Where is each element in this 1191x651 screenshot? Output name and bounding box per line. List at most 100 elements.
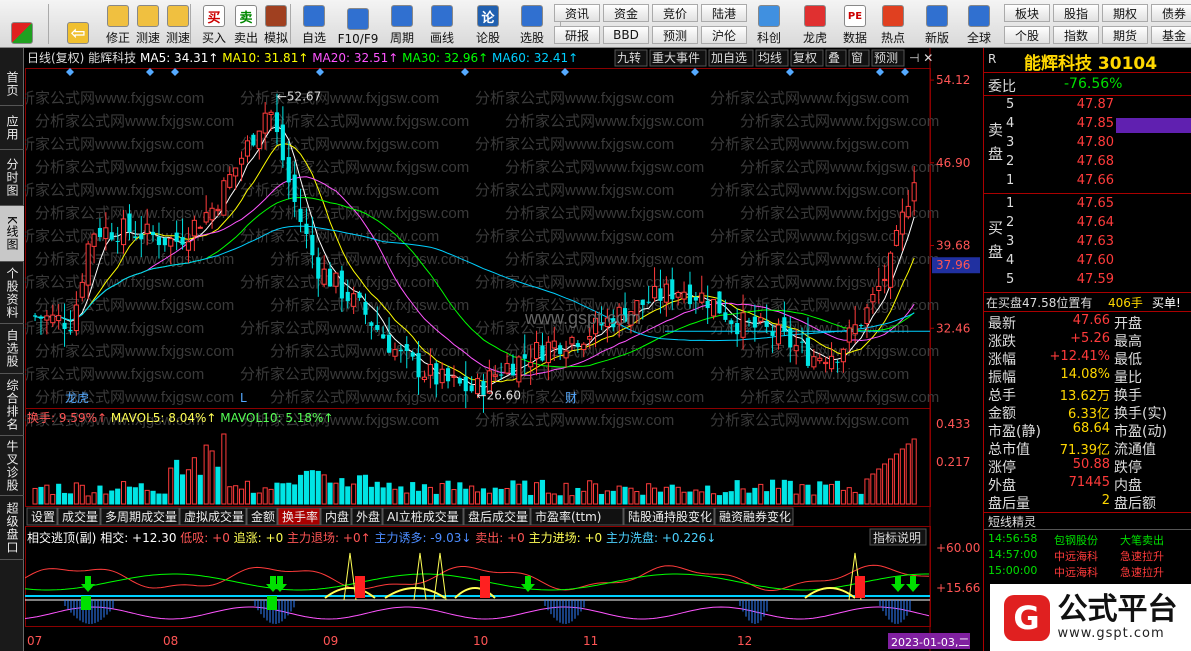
volume-bar[interactable] — [262, 487, 268, 505]
forum-icon[interactable]: 论 — [477, 5, 499, 27]
left-tab-5[interactable]: 个股资料 — [0, 262, 24, 324]
volume-bar[interactable] — [528, 494, 534, 505]
volume-bar[interactable] — [250, 492, 256, 505]
volume-bar[interactable] — [445, 480, 451, 505]
volume-bar[interactable] — [67, 493, 74, 505]
volume-bar[interactable] — [734, 480, 740, 505]
toolbar-button-10[interactable]: F10/F9 — [338, 2, 378, 46]
toolbar-button-8[interactable]: 模拟 — [258, 2, 294, 46]
volume-bar[interactable] — [870, 473, 876, 505]
star-icon[interactable] — [303, 5, 325, 27]
toolbar-tab-基金[interactable]: 基金 — [1151, 26, 1191, 44]
volume-bar[interactable] — [587, 480, 593, 505]
volume-bar[interactable] — [91, 492, 97, 505]
volume-bar[interactable] — [416, 490, 422, 505]
clock-icon[interactable] — [167, 5, 189, 27]
volume-bar[interactable] — [427, 486, 433, 505]
volume-bar[interactable] — [746, 492, 752, 505]
back-arrow-icon[interactable]: ⇦ — [67, 22, 89, 44]
period-icon[interactable] — [391, 5, 413, 27]
volume-bar[interactable] — [150, 490, 156, 505]
indicator-tab-11[interactable]: 市盈率(ttm) — [530, 507, 624, 526]
volume-bar[interactable] — [823, 484, 829, 505]
toolbar-button-hot-icon[interactable]: 热点 — [874, 2, 912, 46]
new-version-icon[interactable] — [926, 5, 948, 27]
event-marker[interactable]: L — [240, 391, 247, 405]
volume-bar[interactable] — [404, 492, 410, 505]
volume-bar[interactable] — [882, 463, 888, 505]
left-tab-3[interactable]: 分时图 — [0, 150, 24, 206]
toolbar-button-9[interactable]: 自选 — [296, 2, 332, 46]
volume-bar[interactable] — [764, 491, 770, 505]
chart-tool-加自选[interactable]: 加自选 — [708, 49, 754, 67]
volume-bar[interactable] — [834, 480, 841, 505]
volume-bar[interactable] — [475, 491, 481, 505]
volume-bar[interactable] — [593, 483, 599, 505]
candle[interactable] — [711, 298, 717, 320]
volume-bar[interactable] — [498, 488, 504, 505]
volume-bar[interactable] — [109, 490, 115, 505]
sprite-name[interactable]: 包钢股份 — [1054, 532, 1098, 548]
left-tab-2[interactable]: 应用 — [0, 106, 24, 150]
hammer-icon[interactable] — [265, 5, 287, 27]
volume-bar[interactable] — [539, 479, 546, 505]
volume-bar[interactable] — [209, 450, 215, 505]
volume-bar[interactable] — [115, 488, 121, 505]
chart-tool-九转[interactable]: 九转 — [614, 49, 648, 67]
toolbar-tab-板块[interactable]: 板块 — [1004, 4, 1050, 22]
volume-bar[interactable] — [486, 492, 492, 505]
volume-bar[interactable] — [740, 488, 746, 505]
volume-bar[interactable] — [693, 489, 699, 505]
volume-bar[interactable] — [221, 433, 227, 505]
sprite-event[interactable]: 急速拉升 — [1120, 564, 1164, 580]
chart-tool-窗[interactable]: 窗 — [848, 49, 870, 67]
toolbar-tab-资讯[interactable]: 资讯 — [554, 4, 600, 22]
volume-bar[interactable] — [327, 482, 333, 505]
volume-bar[interactable] — [345, 486, 351, 505]
volume-bar[interactable] — [581, 490, 587, 505]
volume-bar[interactable] — [604, 490, 610, 505]
volume-bar[interactable] — [357, 475, 363, 505]
candle[interactable] — [221, 177, 227, 216]
volume-bar[interactable] — [227, 486, 233, 505]
pe-data-icon[interactable]: PE — [844, 5, 866, 27]
volume-bar[interactable] — [433, 493, 439, 505]
volume-bar[interactable] — [79, 484, 85, 505]
volume-bar[interactable] — [669, 484, 675, 505]
volume-bar[interactable] — [492, 487, 498, 505]
volume-bar[interactable] — [292, 484, 298, 505]
volume-bar[interactable] — [522, 480, 528, 505]
toolbar-button-14[interactable]: 选股 — [514, 2, 550, 46]
volume-bar[interactable] — [858, 493, 864, 505]
volume-bar[interactable] — [775, 487, 782, 505]
sprite-time[interactable]: 14:57:00 — [988, 548, 1037, 561]
volume-bar[interactable] — [575, 487, 581, 505]
volume-bar[interactable] — [888, 458, 894, 505]
buy-icon[interactable]: 买 — [203, 5, 225, 27]
indicator-tab-12[interactable]: 陆股通持股变化 — [623, 507, 715, 526]
volume-bar[interactable] — [451, 489, 457, 505]
volume-bar[interactable] — [598, 493, 605, 505]
event-marker[interactable]: 财 — [565, 391, 577, 405]
volume-bar[interactable] — [652, 487, 658, 505]
indicator-tab-10[interactable]: 盘后成交量 — [463, 507, 531, 526]
sprite-event[interactable]: 大笔卖出 — [1120, 532, 1164, 548]
chart-tool-预测[interactable]: 预测 — [871, 49, 905, 67]
left-tab-1[interactable]: 首页 — [0, 62, 24, 106]
candle[interactable] — [251, 133, 256, 147]
volume-bar[interactable] — [185, 469, 192, 505]
volume-bar[interactable] — [298, 474, 304, 505]
volume-bar[interactable] — [121, 481, 127, 505]
toolbar-tab-指数[interactable]: 指数 — [1053, 26, 1099, 44]
volume-bar[interactable] — [504, 487, 510, 505]
volume-bar[interactable] — [893, 453, 900, 505]
volume-bar[interactable] — [699, 491, 705, 505]
sprite-event[interactable]: 急速拉升 — [1120, 548, 1164, 564]
toolbar-tab-预测[interactable]: 预测 — [652, 26, 698, 44]
toolbar-button-2[interactable]: ⇦ — [58, 2, 98, 46]
left-tab-9[interactable]: 超级盘口 — [0, 496, 24, 560]
toolbar-button-12[interactable]: 画线 — [424, 2, 460, 46]
volume-bar[interactable] — [534, 482, 540, 505]
toolbar-button-kechuang-icon[interactable]: 科创 — [750, 2, 788, 46]
indicator-tab-7[interactable]: 内盘 — [320, 507, 352, 526]
